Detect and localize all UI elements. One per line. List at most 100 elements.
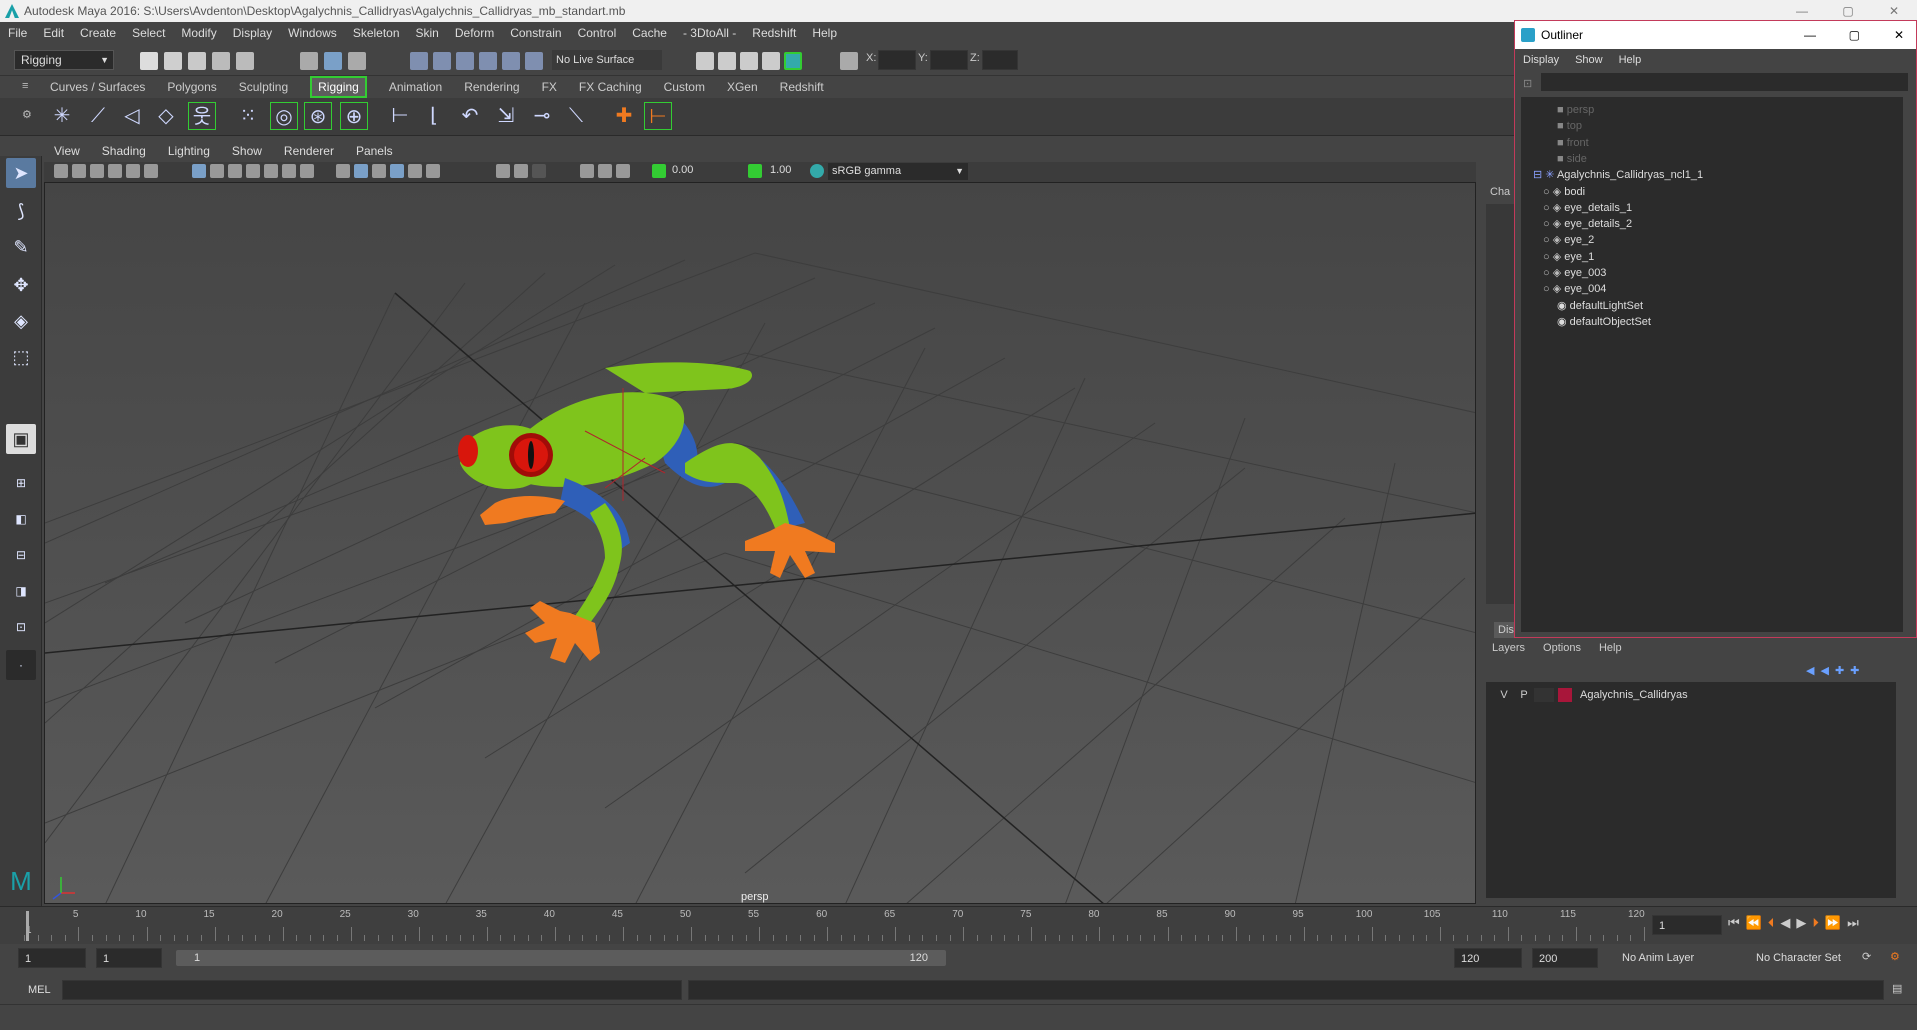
- gamma-icon[interactable]: [748, 164, 762, 178]
- field-chart-icon[interactable]: [264, 164, 278, 178]
- layout-icon[interactable]: ⊡: [6, 612, 36, 642]
- viewport-menu-shading[interactable]: Shading: [102, 144, 146, 158]
- redo-icon[interactable]: [236, 52, 254, 70]
- layer-visible-toggle[interactable]: V: [1494, 689, 1514, 701]
- image-plane-icon[interactable]: [108, 164, 122, 178]
- anim-layer-dropdown[interactable]: No Anim Layer: [1622, 952, 1694, 964]
- shelf-tab-fxcaching[interactable]: FX Caching: [579, 80, 642, 94]
- safe-action-icon[interactable]: [282, 164, 296, 178]
- x-field[interactable]: [878, 50, 916, 70]
- menu-deform[interactable]: Deform: [455, 26, 494, 40]
- textured-icon[interactable]: [390, 164, 404, 178]
- layer-menu-options[interactable]: Options: [1543, 642, 1581, 654]
- pole-vector-icon[interactable]: ⟍: [562, 102, 590, 130]
- play-backwards-icon[interactable]: ◀: [1780, 915, 1790, 931]
- snap-point-icon[interactable]: [456, 52, 474, 70]
- menu-edit[interactable]: Edit: [43, 26, 64, 40]
- hud-icon[interactable]: [598, 164, 612, 178]
- rotate-tool-icon[interactable]: ◈: [6, 306, 36, 336]
- exposure-value[interactable]: 0.00: [672, 164, 693, 176]
- scale-constraint-icon[interactable]: ⇲: [492, 102, 520, 130]
- menu-redshift[interactable]: Redshift: [752, 26, 796, 40]
- wire-deformer-icon[interactable]: ⊕: [340, 102, 368, 130]
- outliner-item[interactable]: ■ front: [1557, 134, 1589, 152]
- layer-menu-help[interactable]: Help: [1599, 642, 1622, 654]
- outliner-item[interactable]: ○ ◈ eye_details_1: [1543, 199, 1632, 217]
- viewport-menu-renderer[interactable]: Renderer: [284, 144, 334, 158]
- menu-display[interactable]: Display: [233, 26, 272, 40]
- menu-modify[interactable]: Modify: [181, 26, 216, 40]
- hypershade-icon[interactable]: [762, 52, 780, 70]
- paint-select-icon[interactable]: ✎: [6, 232, 36, 262]
- outliner-close-button[interactable]: ✕: [1894, 21, 1904, 49]
- script-editor-icon[interactable]: ▤: [1892, 982, 1902, 995]
- outliner-item[interactable]: ◉ defaultObjectSet: [1557, 313, 1651, 331]
- shelf-settings-icon[interactable]: ⚙: [22, 108, 32, 121]
- select-tool-icon[interactable]: ➤: [6, 158, 36, 188]
- outliner-item[interactable]: ⊟ ✳ Agalychnis_Callidryas_ncl1_1: [1533, 166, 1703, 184]
- live-surface-field[interactable]: No Live Surface: [552, 50, 662, 70]
- current-frame-field[interactable]: 1: [1652, 915, 1722, 935]
- persp-graph-icon[interactable]: ⊟: [6, 540, 36, 570]
- undo-icon[interactable]: [212, 52, 230, 70]
- lasso-tool-icon[interactable]: ⟆: [6, 196, 36, 226]
- outliner-item[interactable]: ○ ◈ eye_003: [1543, 264, 1606, 282]
- menuset-dropdown[interactable]: Rigging ▼: [14, 50, 114, 70]
- gate-mask-icon[interactable]: [246, 164, 260, 178]
- snap-surface-icon[interactable]: [502, 52, 520, 70]
- menu-skin[interactable]: Skin: [416, 26, 439, 40]
- render-settings-icon[interactable]: [740, 52, 758, 70]
- playhead[interactable]: [26, 911, 29, 941]
- perspective-viewport[interactable]: persp: [44, 182, 1476, 904]
- grease-pencil-icon[interactable]: [144, 164, 158, 178]
- playback-start-field[interactable]: 1: [96, 948, 162, 968]
- joint-tool-icon[interactable]: ✳: [48, 102, 76, 130]
- 2d-pan-icon[interactable]: [126, 164, 140, 178]
- menu-help[interactable]: Help: [812, 26, 837, 40]
- frame-all-icon[interactable]: [616, 164, 630, 178]
- filter-icon[interactable]: ⊡: [1523, 77, 1532, 90]
- y-field[interactable]: [930, 50, 968, 70]
- new-layer-icon[interactable]: ✚: [1835, 664, 1844, 677]
- cluster-handle-icon[interactable]: ⊢: [644, 102, 672, 130]
- side-by-side-icon[interactable]: ◧: [6, 504, 36, 534]
- open-scene-icon[interactable]: [164, 52, 182, 70]
- outliner-minimize-button[interactable]: —: [1804, 21, 1816, 49]
- menu-control[interactable]: Control: [578, 26, 617, 40]
- shelf-tab-custom[interactable]: Custom: [664, 80, 705, 94]
- wireframe-icon[interactable]: [336, 164, 350, 178]
- grid-toggle-icon[interactable]: [192, 164, 206, 178]
- ipr-render-icon[interactable]: [718, 52, 736, 70]
- save-scene-icon[interactable]: [188, 52, 206, 70]
- snap-view-icon[interactable]: [479, 52, 497, 70]
- parent-constraint-icon[interactable]: ⊸: [528, 102, 556, 130]
- minimize-button[interactable]: —: [1779, 0, 1825, 22]
- animation-end-field[interactable]: 200: [1532, 948, 1598, 968]
- cluster-icon[interactable]: ⁙: [234, 102, 262, 130]
- menu-create[interactable]: Create: [80, 26, 116, 40]
- shelf-tab-animation[interactable]: Animation: [389, 80, 442, 94]
- outliner-item[interactable]: ■ persp: [1557, 101, 1594, 119]
- outliner-item[interactable]: ○ ◈ eye_004: [1543, 280, 1606, 298]
- maximize-button[interactable]: ▢: [1825, 0, 1871, 22]
- scale-tool-icon[interactable]: ⬚: [6, 342, 36, 372]
- new-layer-selected-icon[interactable]: ✚: [1850, 664, 1859, 677]
- shelf-tab-rigging[interactable]: Rigging: [310, 76, 367, 98]
- move-layer-up-icon[interactable]: ◀: [1806, 664, 1814, 677]
- step-forward-key-icon[interactable]: ⏩: [1825, 915, 1841, 931]
- select-component-icon[interactable]: [348, 52, 366, 70]
- viewport-menu-view[interactable]: View: [54, 144, 80, 158]
- maya-home-icon[interactable]: M: [6, 866, 36, 896]
- shelf-tab-redshift[interactable]: Redshift: [780, 80, 824, 94]
- layer-type-toggle[interactable]: [1534, 688, 1554, 702]
- step-back-key-icon[interactable]: ⏪: [1746, 915, 1762, 931]
- play-forwards-icon[interactable]: ▶: [1796, 915, 1806, 931]
- four-view-icon[interactable]: ⊞: [6, 468, 36, 498]
- wireframe-on-shaded-icon[interactable]: [372, 164, 386, 178]
- render-icon[interactable]: [696, 52, 714, 70]
- snap-vertex-icon[interactable]: [525, 52, 543, 70]
- select-object-icon[interactable]: [324, 52, 342, 70]
- outliner-search-input[interactable]: [1541, 73, 1908, 91]
- mel-label[interactable]: MEL: [28, 984, 51, 996]
- isolate-select-icon[interactable]: [580, 164, 594, 178]
